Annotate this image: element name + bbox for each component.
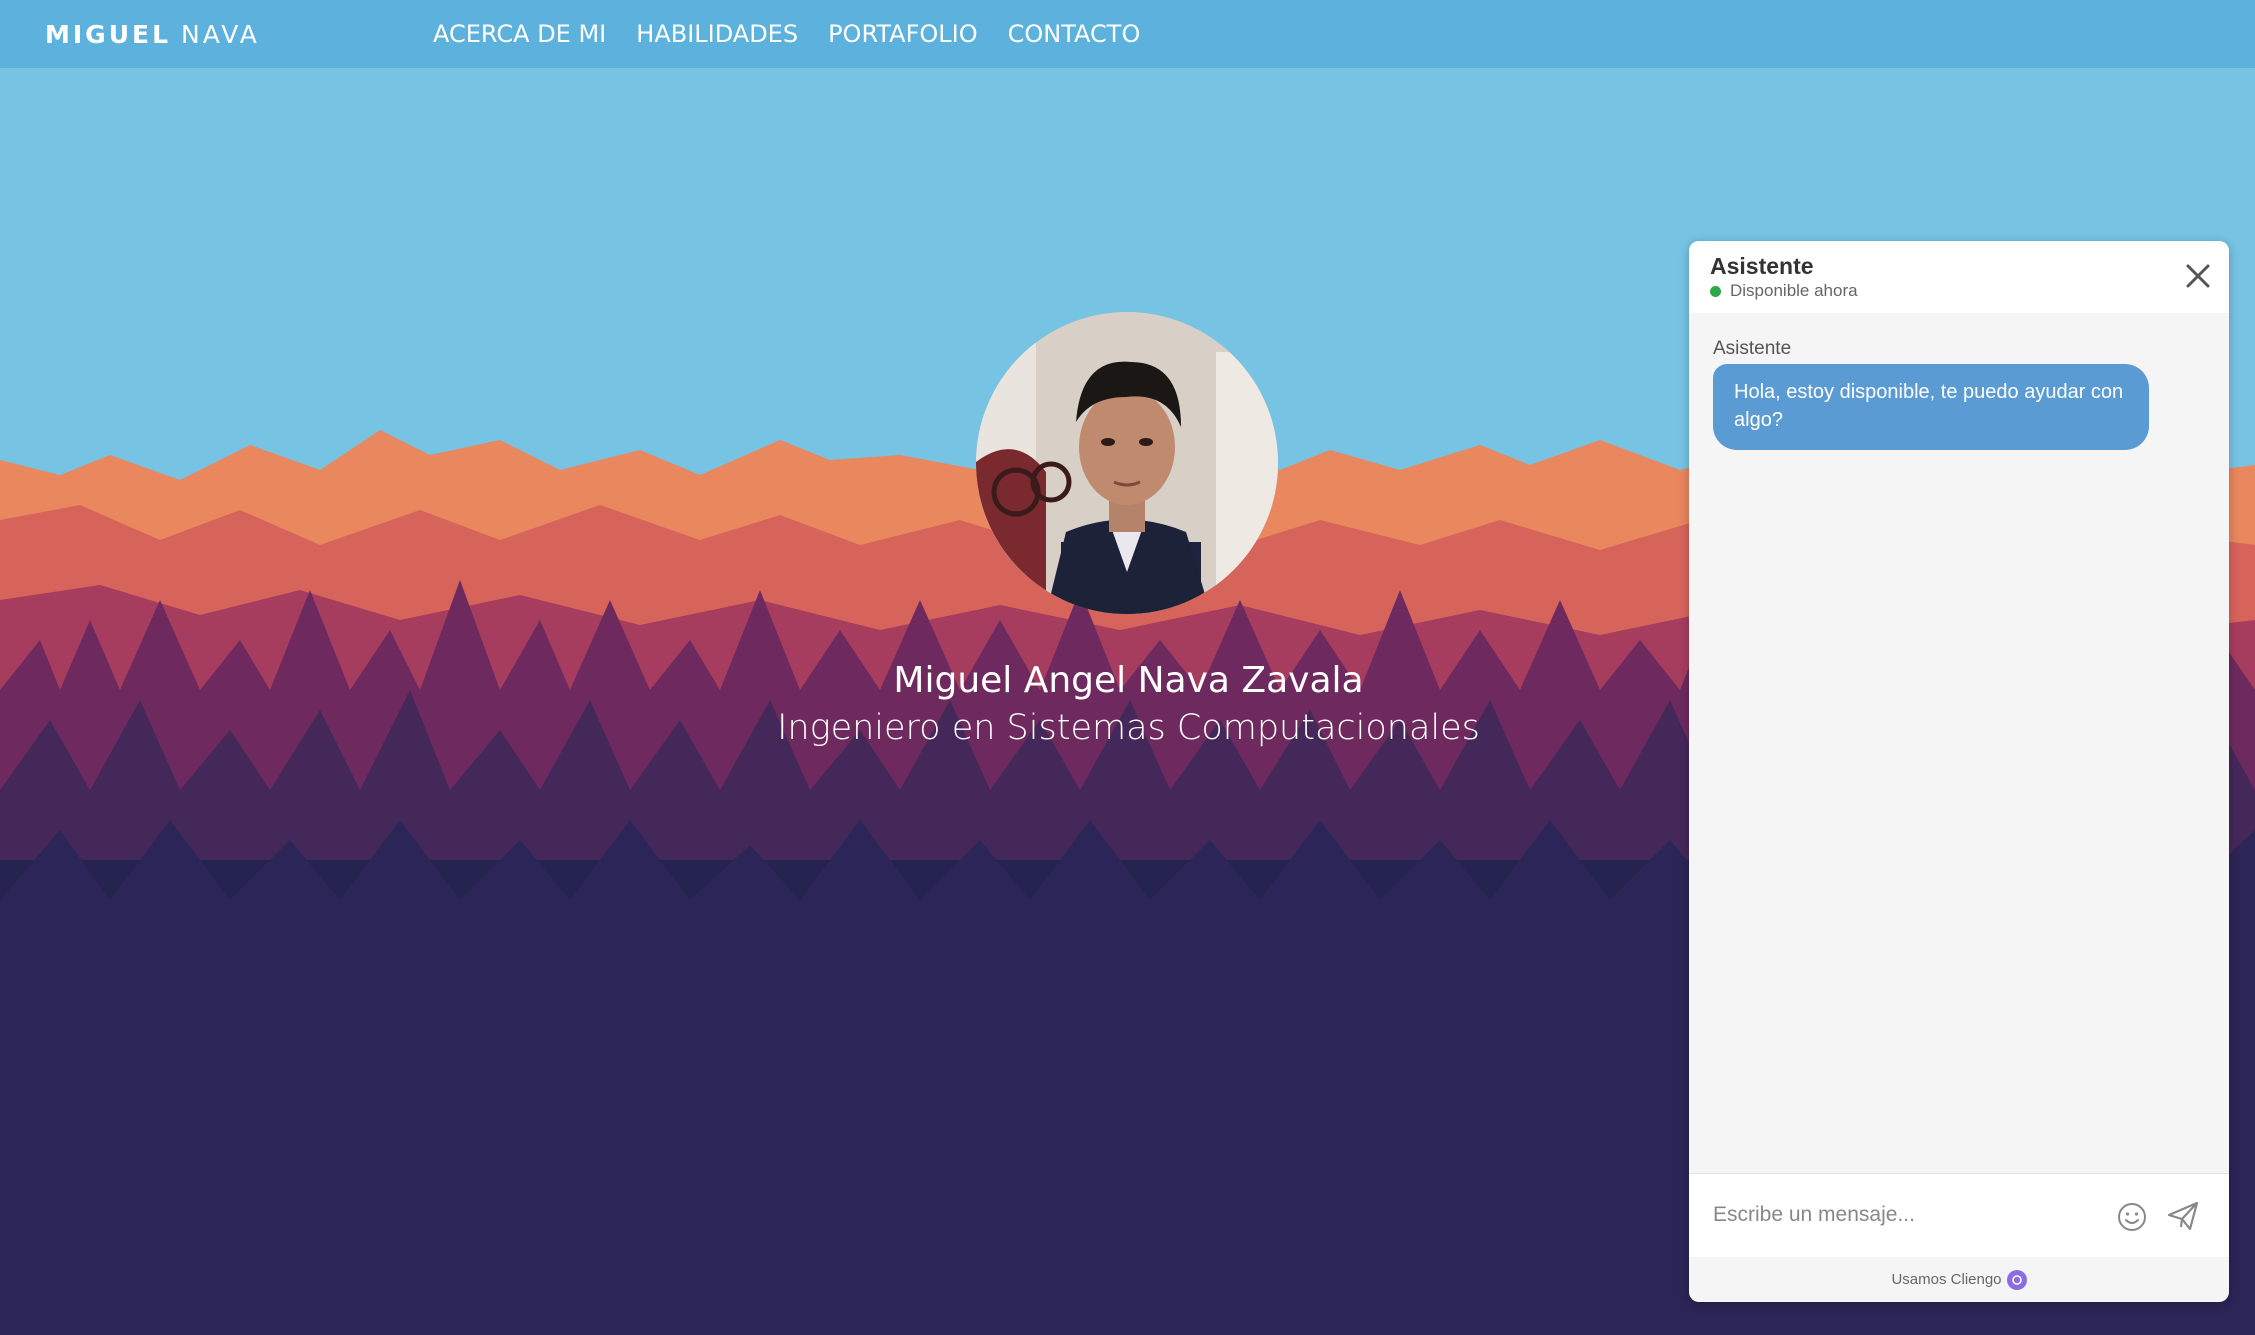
brand-logo[interactable]: MIGUEL NAVA <box>45 20 260 49</box>
brand-first-name: MIGUEL <box>45 20 172 49</box>
message-sender: Asistente <box>1713 338 1792 359</box>
cliengo-logo-icon <box>2006 1269 2027 1290</box>
hero-name: Miguel Angel Nava Zavala <box>893 660 1364 701</box>
online-status-icon <box>1710 285 1721 297</box>
send-icon[interactable] <box>2166 1199 2200 1233</box>
nav-item-habilidades[interactable]: HABILIDADES <box>636 20 798 48</box>
chat-header: Asistente Disponible ahora <box>1689 241 2229 313</box>
chat-message-input[interactable] <box>1713 1192 2093 1238</box>
hero-title: Ingeniero en Sistemas Computacionales <box>777 708 1480 748</box>
close-icon[interactable] <box>2183 261 2213 291</box>
chat-input-area <box>1689 1173 2229 1257</box>
emoji-icon[interactable] <box>2116 1201 2148 1233</box>
profile-avatar <box>976 312 1278 614</box>
nav-item-contacto[interactable]: CONTACTO <box>1008 20 1141 48</box>
top-navbar: MIGUEL NAVA ACERCA DE MI HABILIDADES PORT… <box>0 0 2255 68</box>
brand-last-name: NAVA <box>181 20 260 49</box>
nav-links: ACERCA DE MI HABILIDADES PORTAFOLIO CONT… <box>433 20 1140 48</box>
chat-status: Disponible ahora <box>1710 281 1858 301</box>
chat-widget: Asistente Disponible ahora Asistente Hol… <box>1689 241 2229 1302</box>
chat-footer: Usamos Cliengo <box>1689 1257 2229 1302</box>
chat-message-bubble: Hola, estoy disponible, te puedo ayudar … <box>1713 364 2149 450</box>
chat-status-text: Disponible ahora <box>1730 281 1858 300</box>
chat-title: Asistente <box>1710 253 1814 279</box>
chat-footer-text[interactable]: Usamos Cliengo <box>1891 1271 2001 1288</box>
profile-photo <box>976 312 1278 614</box>
nav-item-portafolio[interactable]: PORTAFOLIO <box>828 20 978 48</box>
nav-item-acerca[interactable]: ACERCA DE MI <box>433 20 606 48</box>
